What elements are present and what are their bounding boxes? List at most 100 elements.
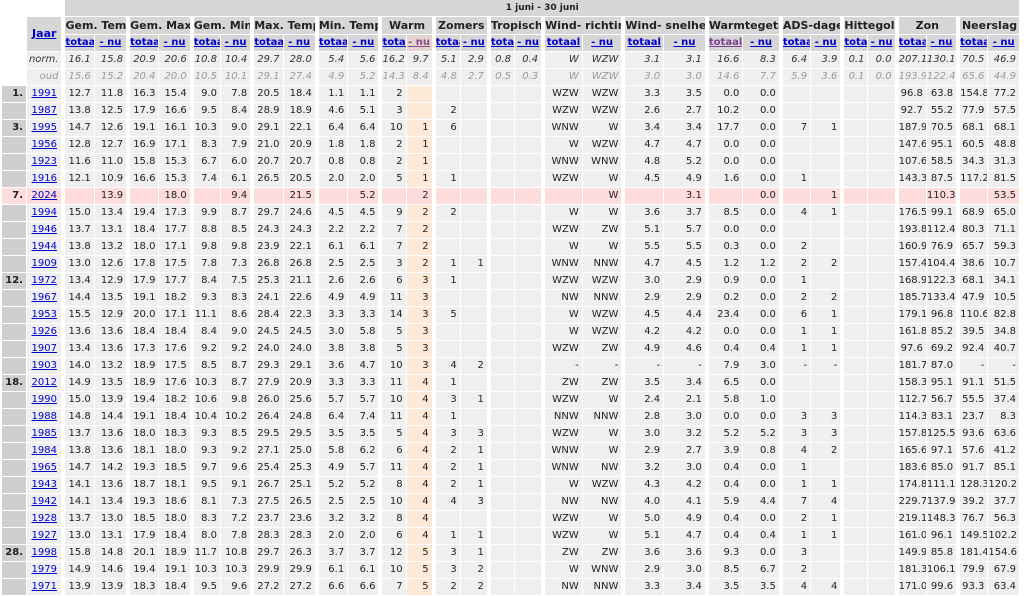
sort-max-temp-totaal-link[interactable]: totaal [254,37,282,48]
cell-wind-richting-totaal: WZW [542,222,583,239]
year-link[interactable]: 1967 [32,292,57,303]
year-link[interactable]: 1979 [32,564,57,575]
year-link[interactable]: 1988 [32,411,57,422]
year-link[interactable]: 2024 [32,190,57,201]
sort-warm-nu-link[interactable]: - nu [408,37,430,48]
sort-hittegolf-totaal-link[interactable]: totaal [844,37,867,48]
cell-gem-min-totaal: 9.3 [190,443,221,460]
year-link[interactable]: 1998 [32,547,57,558]
sort-gem-temp-nu-link[interactable]: - nu [100,37,122,48]
cell-gem-temp-nu: 12.9 [94,273,128,290]
sort-wind-snelheid-totaal-link[interactable]: totaal [628,37,661,48]
sort-zon-nu-link[interactable]: - nu [931,37,953,48]
sort-wind-snelheid-nu-link[interactable]: - nu [674,37,696,48]
cell-gem-max-totaal: 19.4 [127,392,160,409]
sort-min-temp-totaal-link[interactable]: totaal [319,37,347,48]
year-link[interactable]: 1928 [32,513,57,524]
year-link[interactable]: 1991 [32,88,57,99]
cell-gem-min-totaal [190,188,221,205]
cell-min-temp-totaal: 4.5 [315,205,349,222]
cell-min-temp-nu: 4.9 [348,290,380,307]
year-link[interactable]: 1909 [32,258,57,269]
cell-ads-dagen-nu: 1 [811,120,842,137]
cell-warmtegetal-nu: 0.0 [743,409,780,426]
year-link[interactable]: 1903 [32,360,57,371]
cell-warm-nu: 3 [406,290,433,307]
oud-value: 5.2 [348,69,380,86]
sort-gem-min-totaal-link[interactable]: totaal [194,37,220,48]
year-link[interactable]: 1994 [32,207,57,218]
year-cell: 1907 [27,341,63,358]
cell-neerslag-nu: 71.1 [988,222,1020,239]
oud-value: 5.9 [779,69,812,86]
sort-neerslag-nu-link[interactable]: - nu [993,37,1015,48]
cell-zomers-totaal [432,86,461,103]
cell-gem-max-nu: 18.5 [159,460,191,477]
sort-ads-dagen-totaal-link[interactable]: totaal [783,37,810,48]
year-link[interactable]: 1990 [32,394,57,405]
year-link[interactable]: 1907 [32,343,57,354]
sort-hittegolf-nu-link[interactable]: - nu [871,37,893,48]
norm-row: norm. 16.1 15.8 20.9 20.6 10.8 10.4 29.7 28.0 5.4… [2,52,1020,69]
sort-gem-temp-totaal-link[interactable]: totaal [65,37,93,48]
sort-wind-richting-nu-link[interactable]: - nu [591,37,613,48]
year-link[interactable]: 1946 [32,224,57,235]
sort-warmtegetal-nu-link[interactable]: - nu [750,37,772,48]
sort-tropisch-totaal-link[interactable]: totaal [491,37,514,48]
year-link[interactable]: 1943 [32,479,57,490]
cell-wind-snelheid-nu: 3.0 [664,409,706,426]
sort-neerslag-totaal-link[interactable]: totaal [960,37,987,48]
year-link[interactable]: 1965 [32,462,57,473]
sort-gem-max-totaal-link[interactable]: totaal [130,37,158,48]
cell-gem-max-nu: 17.1 [159,307,191,324]
year-link[interactable]: 1972 [32,275,57,286]
year-link[interactable]: 1971 [32,581,57,592]
cell-warm-totaal: 5 [379,324,407,341]
cell-neerslag-nu: 41.2 [988,443,1020,460]
year-link[interactable]: 1927 [32,530,57,541]
cell-warm-nu: 5 [406,545,433,562]
sort-min-temp-nu-link[interactable]: - nu [352,37,374,48]
cell-gem-min-totaal: 8.8 [190,222,221,239]
sort-tropisch-nu-link[interactable]: - nu [517,37,539,48]
cell-ads-dagen-nu: - [811,358,842,375]
cell-gem-min-nu: 9.6 [220,579,252,596]
year-link[interactable]: 1916 [32,173,57,184]
oud-value: 15.6 [62,69,95,86]
year-link[interactable]: 2012 [32,377,57,388]
year-link[interactable]: 1926 [32,326,57,337]
year-link[interactable]: 1985 [32,428,57,439]
cell-zomers-nu: 3 [460,426,488,443]
cell-wind-richting-totaal: NW [542,290,583,307]
sort-gem-min-nu-link[interactable]: - nu [225,37,247,48]
sort-warmtegetal-totaal-link[interactable]: totaal [709,37,742,48]
year-link[interactable]: 1953 [32,309,57,320]
cell-neerslag-nu: 154.6 [988,545,1020,562]
sort-by-jaar-link[interactable]: Jaar [32,27,56,40]
year-link[interactable]: 1956 [32,139,57,150]
sort-zomers-totaal-link[interactable]: totaal [436,37,460,48]
cell-hittegolf-nu [868,188,896,205]
sort-gem-max-nu-link[interactable]: - nu [164,37,186,48]
sort-zomers-nu-link[interactable]: - nu [463,37,485,48]
year-link[interactable]: 1995 [32,122,57,133]
year-link[interactable]: 1942 [32,496,57,507]
sort-wind-richting-totaal-link[interactable]: totaal [547,37,580,48]
table-row: 1. 1991 12.7 11.8 16.3 15.4 9.0 7.8 20.5 18.4 1.1 1… [2,86,1020,103]
sort-ads-dagen-nu-link[interactable]: - nu [815,37,837,48]
sort-max-temp-nu-link[interactable]: - nu [288,37,310,48]
cell-gem-max-nu: 18.0 [159,443,191,460]
cell-gem-min-totaal: 10.4 [190,409,221,426]
year-link[interactable]: 1923 [32,156,57,167]
cell-neerslag-totaal: 23.7 [957,409,989,426]
year-link[interactable]: 1944 [32,241,57,252]
cell-neerslag-totaal: 39.5 [957,324,989,341]
year-link[interactable]: 1987 [32,105,57,116]
cell-max-temp-totaal: 23.7 [251,511,284,528]
sort-zon-totaal-link[interactable]: totaal [899,37,926,48]
cell-min-temp-totaal: 2.2 [315,222,349,239]
year-cell: 1995 [27,120,63,137]
sort-warm-totaal-link[interactable]: totaal [382,37,405,48]
cell-hittegolf-totaal [841,273,869,290]
year-link[interactable]: 1984 [32,445,57,456]
